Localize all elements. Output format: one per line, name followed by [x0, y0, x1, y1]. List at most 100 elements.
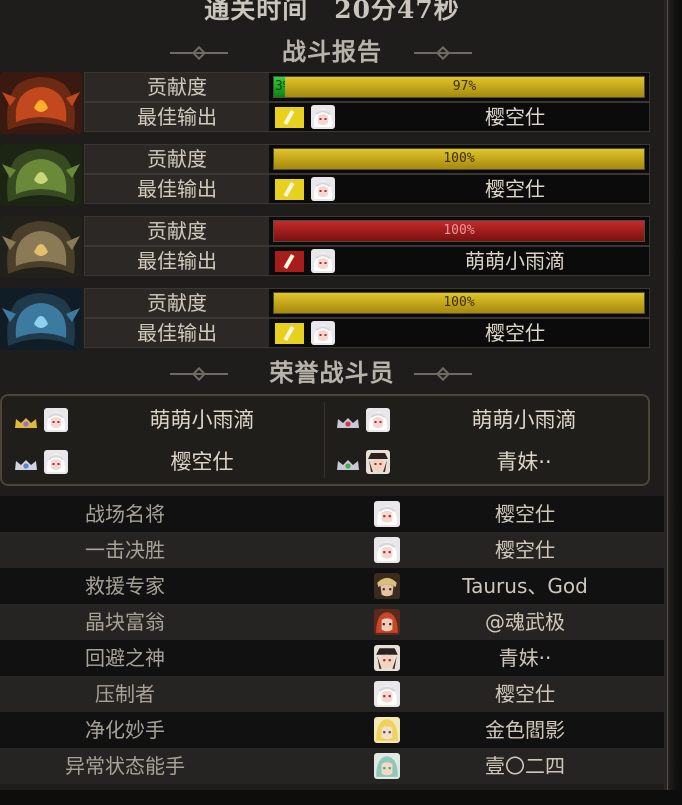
- award-row: 回避之神 青妹··: [0, 640, 664, 676]
- white-hair-avatar-icon[interactable]: [374, 681, 400, 707]
- boss-green-icon: [0, 144, 82, 206]
- white-hair-avatar-icon[interactable]: [374, 537, 400, 563]
- contribution-bar: 100%: [273, 292, 645, 314]
- award-title: 净化妙手: [85, 718, 165, 742]
- honor-member[interactable]: 萌萌小雨滴: [324, 400, 644, 440]
- best-output-row: 最佳输出 樱空仕: [84, 102, 650, 132]
- award-player-name[interactable]: 樱空仕: [430, 676, 620, 712]
- contribution-bar: 3% 97%: [273, 76, 645, 98]
- crown-green-icon: [336, 456, 360, 470]
- ornament-left-icon: [170, 369, 228, 379]
- award-row: 一击决胜 樱空仕: [0, 532, 664, 568]
- award-player-name[interactable]: 樱空仕: [430, 532, 620, 568]
- best-output-label: 最佳输出: [85, 319, 269, 347]
- best-player-name[interactable]: 萌萌小雨滴: [415, 247, 615, 275]
- boss-blue-icon: [0, 288, 82, 350]
- best-output-row: 最佳输出 萌萌小雨滴: [84, 246, 650, 276]
- award-title: 回避之神: [85, 646, 165, 670]
- honor-member-name: 樱空仕: [170, 450, 234, 474]
- contribution-label: 贡献度: [85, 145, 269, 173]
- award-title: 一击决胜: [85, 538, 165, 562]
- contribution-label: 贡献度: [85, 217, 269, 245]
- battle-report-header: 战斗报告: [0, 35, 664, 69]
- white-hair-avatar-icon[interactable]: [374, 501, 400, 527]
- player-avatar-icon[interactable]: [311, 249, 335, 273]
- ornament-right-icon: [414, 48, 472, 58]
- ornament-right-icon: [414, 369, 472, 379]
- scrollbar[interactable]: [664, 0, 682, 805]
- player-avatar-icon[interactable]: [44, 408, 68, 432]
- player-avatar-icon[interactable]: [366, 408, 390, 432]
- blonde-avatar-icon[interactable]: [374, 717, 400, 743]
- teal-hair-avatar-icon[interactable]: [374, 753, 400, 779]
- contribution-row: 贡献度 100%: [84, 288, 650, 318]
- best-output-label: 最佳输出: [85, 247, 269, 275]
- best-output-row: 最佳输出 樱空仕: [84, 174, 650, 204]
- boss-result-1: 贡献度 3% 97% 最佳输出 樱空仕: [0, 72, 650, 134]
- player-avatar-icon[interactable]: [311, 321, 335, 345]
- award-player-name[interactable]: 金色閻影: [430, 712, 620, 748]
- best-output-label: 最佳输出: [85, 175, 269, 203]
- contribution-bar: 100%: [273, 148, 645, 170]
- honor-member-name: 萌萌小雨滴: [471, 408, 577, 432]
- award-row: 晶块富翁 @魂武极: [0, 604, 664, 640]
- contribution-row: 贡献度 3% 97%: [84, 72, 650, 102]
- award-row: 救援专家 Taurus、God: [0, 568, 664, 604]
- bottom-toolbar: [0, 790, 682, 805]
- contribution-bar: 100%: [273, 220, 645, 242]
- crown-gold-icon: [14, 414, 38, 428]
- best-output-label: 最佳输出: [85, 103, 269, 131]
- contribution-label: 贡献度: [85, 289, 269, 317]
- award-title: 异常状态能手: [65, 754, 185, 778]
- player-avatar-icon[interactable]: [44, 450, 68, 474]
- honor-member[interactable]: 萌萌小雨滴: [2, 400, 322, 440]
- honor-member-name: 萌萌小雨滴: [149, 408, 255, 432]
- contribution-percent: 100%: [443, 223, 475, 238]
- award-row: 压制者 樱空仕: [0, 676, 664, 712]
- player-avatar-icon[interactable]: [311, 105, 335, 129]
- contribution-percent: 97%: [452, 79, 477, 94]
- honor-member[interactable]: 樱空仕: [2, 442, 322, 482]
- contribution-label: 贡献度: [85, 73, 269, 101]
- best-player-name[interactable]: 樱空仕: [415, 175, 615, 203]
- hat-avatar-icon[interactable]: [374, 645, 400, 671]
- award-player-name[interactable]: 壹〇二四: [430, 748, 620, 784]
- boss-result-2: 贡献度 100% 最佳输出 樱空仕: [0, 144, 650, 206]
- award-player-name[interactable]: 樱空仕: [430, 496, 620, 532]
- award-row: 战场名将 樱空仕: [0, 496, 664, 532]
- best-player-name[interactable]: 樱空仕: [415, 319, 615, 347]
- award-row: 净化妙手 金色閻影: [0, 712, 664, 748]
- award-title: 救援专家: [85, 574, 165, 598]
- red-hair-avatar-icon[interactable]: [374, 609, 400, 635]
- boss-fire-icon: [0, 72, 82, 134]
- honor-member[interactable]: 青妹··: [324, 442, 644, 482]
- award-player-name[interactable]: 青妹··: [430, 640, 620, 676]
- award-player-name[interactable]: Taurus、God: [430, 568, 620, 604]
- battle-report-title: 战斗报告: [282, 37, 382, 66]
- damage-type-icon: [275, 107, 304, 128]
- damage-type-icon: [275, 323, 304, 344]
- damage-type-icon: [275, 251, 304, 272]
- honor-member-name: 青妹··: [496, 450, 552, 474]
- contribution-percent: 100%: [443, 295, 475, 310]
- player-avatar-icon[interactable]: [366, 450, 390, 474]
- award-title: 战场名将: [85, 502, 165, 526]
- contribution-row: 贡献度 100%: [84, 144, 650, 174]
- honor-header: 荣誉战斗员: [0, 356, 664, 390]
- award-title: 晶块富翁: [85, 610, 165, 634]
- crown-red-icon: [336, 414, 360, 428]
- brown-hair-avatar-icon[interactable]: [374, 573, 400, 599]
- award-player-name[interactable]: @魂武极: [430, 604, 620, 640]
- contribution-percent: 100%: [443, 151, 475, 166]
- contribution-row: 贡献度 100%: [84, 216, 650, 246]
- best-output-row: 最佳输出 樱空仕: [84, 318, 650, 348]
- ornament-left-icon: [170, 48, 228, 58]
- boss-result-4: 贡献度 100% 最佳输出 樱空仕: [0, 288, 650, 350]
- crown-silver-icon: [14, 456, 38, 470]
- honor-title: 荣誉战斗员: [269, 358, 395, 387]
- best-player-name[interactable]: 樱空仕: [415, 103, 615, 131]
- award-title: 压制者: [95, 682, 155, 706]
- player-avatar-icon[interactable]: [311, 177, 335, 201]
- award-row: 异常状态能手 壹〇二四: [0, 748, 664, 784]
- boss-gold-icon: [0, 216, 82, 278]
